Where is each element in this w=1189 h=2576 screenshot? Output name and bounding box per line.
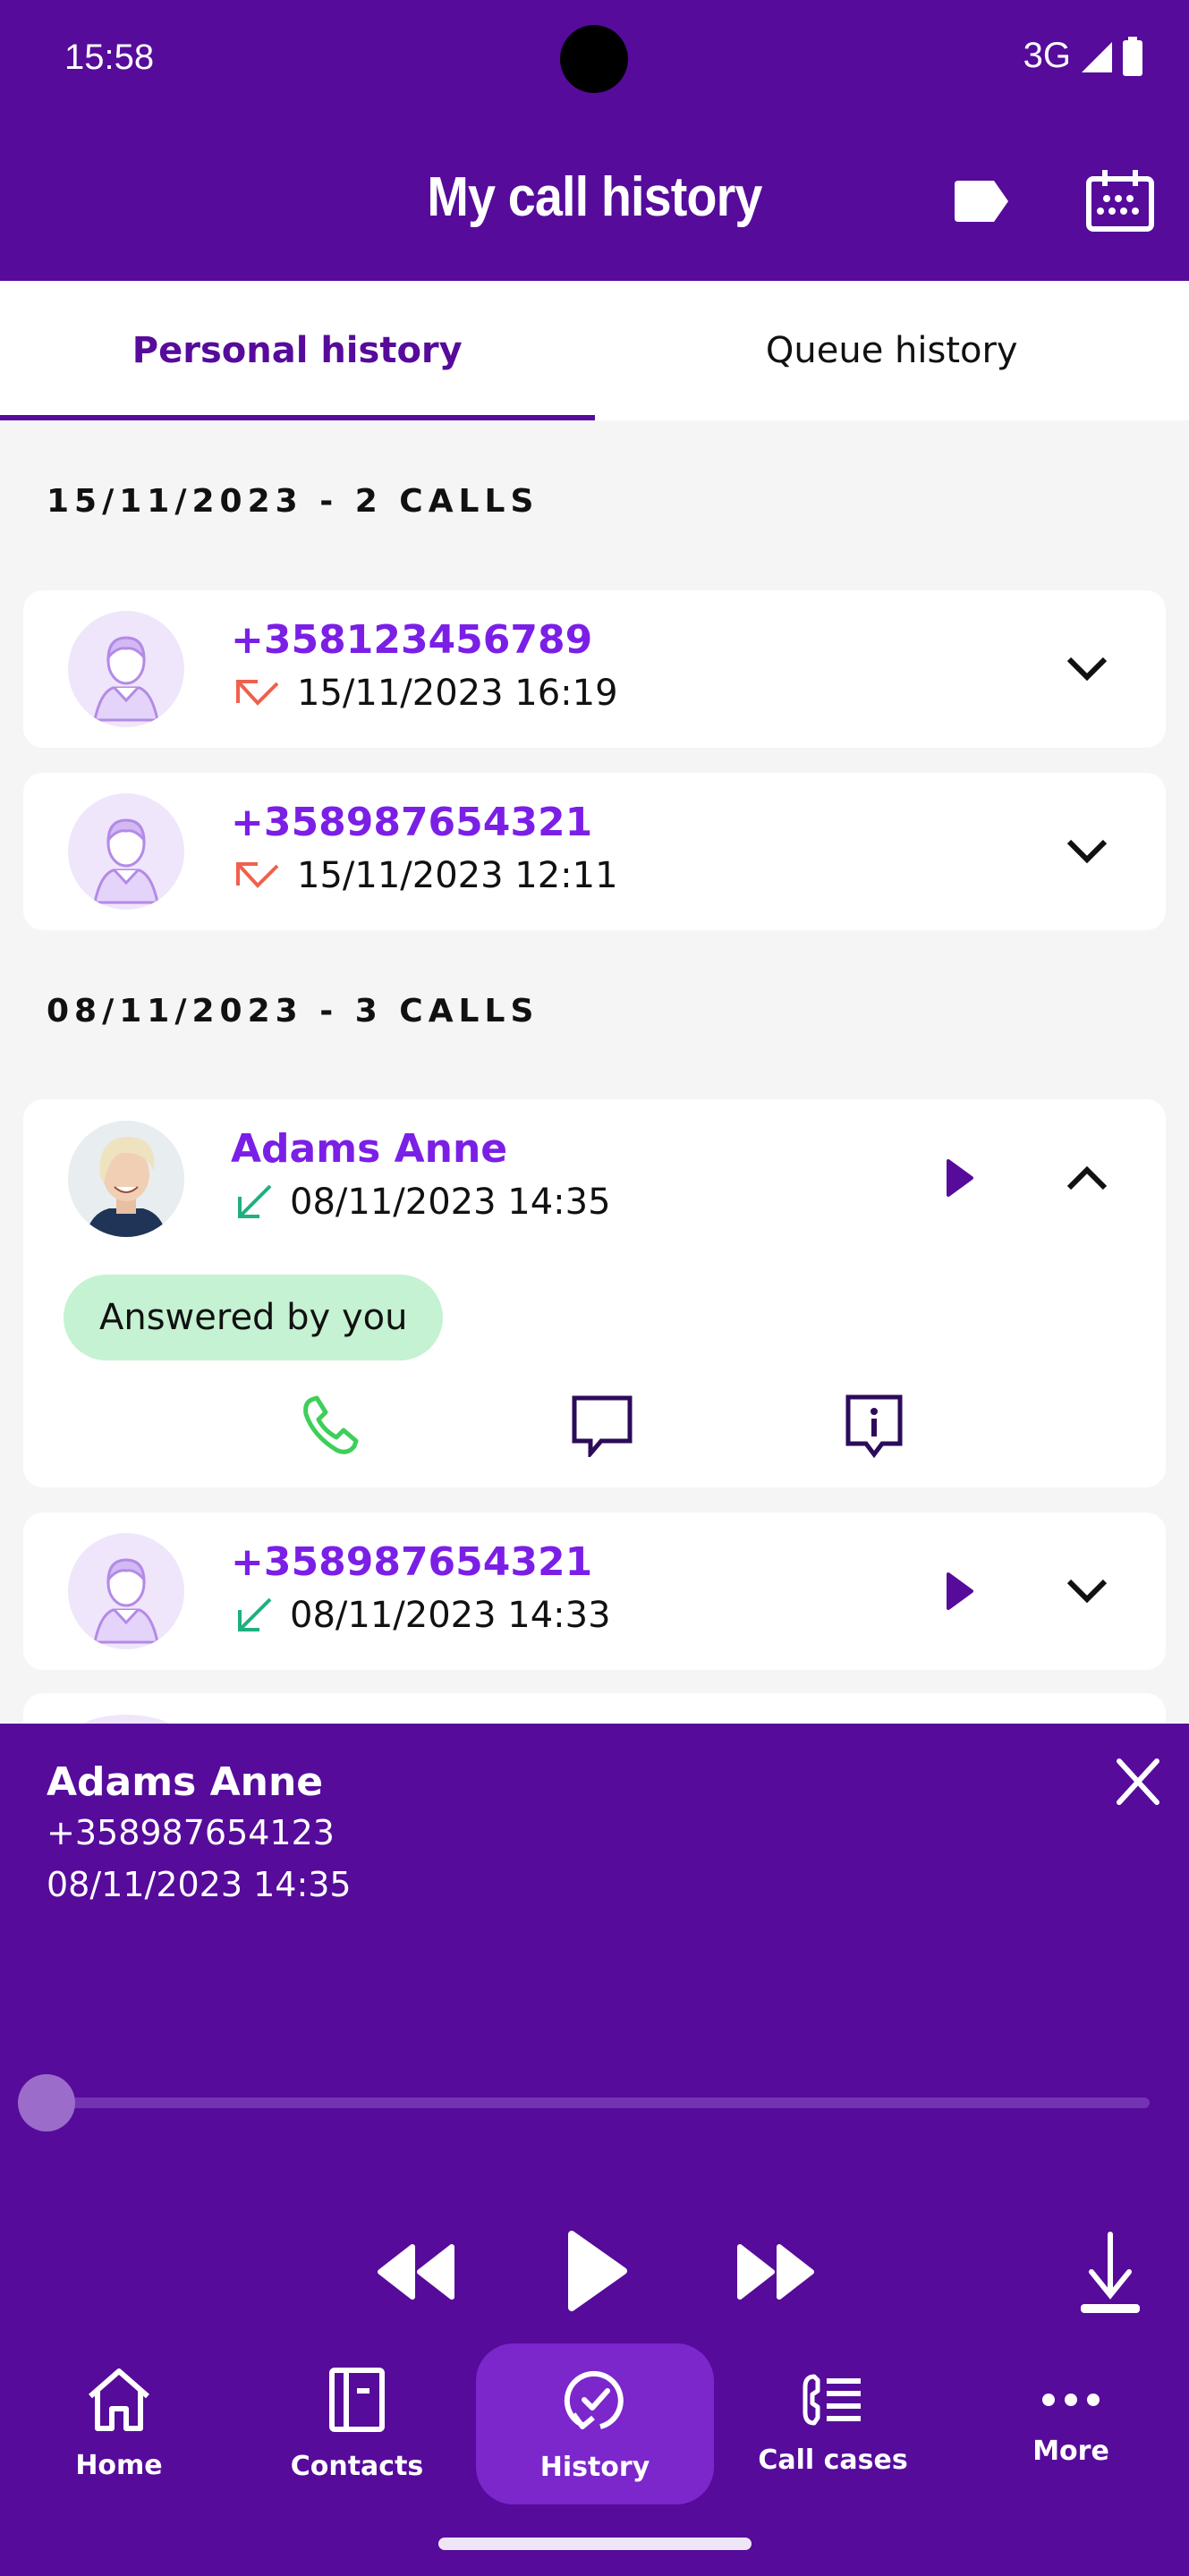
call-info-button[interactable] — [834, 1385, 914, 1466]
nav-history[interactable]: History — [476, 2343, 714, 2504]
info-icon — [845, 1394, 903, 1458]
chevron-down-icon — [1066, 1579, 1108, 1604]
player-datetime: 08/11/2023 14:35 — [47, 1865, 352, 1904]
call-title: +358123456789 — [231, 617, 593, 663]
call-meta: 15/11/2023 16:19 — [234, 673, 618, 714]
call-title: +358987654321 — [231, 800, 593, 845]
expand-button[interactable] — [1060, 642, 1114, 696]
rewind-button[interactable] — [370, 2227, 460, 2317]
missed-call-icon — [236, 862, 279, 888]
download-icon — [1081, 2232, 1140, 2313]
missed-call-icon — [236, 680, 279, 706]
tag-filter-button[interactable] — [947, 161, 1018, 242]
avatar-placeholder — [68, 611, 184, 727]
chevron-down-icon — [1066, 839, 1108, 864]
play-icon — [568, 2231, 627, 2311]
nav-label: Home — [75, 2449, 163, 2481]
download-button[interactable] — [1070, 2229, 1151, 2318]
tab-personal-history[interactable]: Personal history — [0, 281, 595, 420]
more-icon — [1042, 2393, 1100, 2406]
nav-call-cases[interactable]: Call cases — [714, 2343, 952, 2504]
seek-bar[interactable] — [36, 2097, 1150, 2108]
nav-label: More — [1032, 2435, 1109, 2467]
play-button[interactable] — [553, 2222, 642, 2320]
play-icon — [947, 1572, 973, 1610]
play-recording-button[interactable] — [933, 1151, 987, 1205]
history-tabs: Personal history Queue history — [0, 281, 1189, 420]
status-icons: 3G — [1023, 36, 1144, 76]
nav-contacts[interactable]: Contacts — [238, 2343, 476, 2504]
app-bar: 15:58 3G My call history — [0, 0, 1189, 281]
fast-forward-icon — [737, 2244, 814, 2300]
player-contact-name: Adams Anne — [47, 1759, 324, 1805]
call-datetime: 08/11/2023 14:35 — [290, 1182, 611, 1223]
calendar-button[interactable] — [1084, 161, 1156, 242]
person-icon — [93, 1558, 159, 1644]
expand-button[interactable] — [1060, 1564, 1114, 1618]
call-datetime: 08/11/2023 14:33 — [290, 1595, 611, 1636]
send-message-button[interactable] — [562, 1385, 642, 1466]
camera-cutout — [560, 25, 628, 93]
avatar-placeholder — [68, 793, 184, 910]
answered-badge: Answered by you — [64, 1275, 444, 1360]
play-recording-button[interactable] — [933, 1564, 987, 1618]
contact-name: Adams Anne — [231, 1126, 508, 1172]
contacts-icon — [329, 2367, 385, 2432]
chevron-up-icon — [1066, 1165, 1108, 1191]
chevron-down-icon — [1066, 657, 1108, 682]
call-meta: 08/11/2023 14:35 — [234, 1182, 611, 1223]
battery-icon — [1123, 36, 1142, 76]
signal-icon — [1082, 41, 1112, 72]
message-icon — [572, 1395, 633, 1457]
tab-queue-history[interactable]: Queue history — [595, 281, 1189, 420]
network-type: 3G — [1023, 36, 1071, 75]
tag-icon — [955, 181, 1008, 222]
date-group-header: 15/11/2023 - 2 CALLS — [47, 483, 539, 520]
avatar-placeholder — [68, 1533, 184, 1649]
call-back-button[interactable] — [292, 1385, 372, 1466]
date-group-header: 08/11/2023 - 3 CALLS — [47, 993, 539, 1030]
avatar-photo — [68, 1121, 184, 1237]
incoming-call-icon — [238, 1597, 272, 1631]
nav-label: Contacts — [290, 2450, 424, 2482]
status-time: 15:58 — [64, 38, 155, 77]
close-icon — [1117, 1758, 1159, 1805]
nav-label: Call cases — [758, 2444, 908, 2476]
play-icon — [947, 1159, 973, 1197]
nav-label: History — [539, 2451, 650, 2483]
call-cases-icon — [803, 2374, 861, 2425]
home-icon — [89, 2368, 149, 2431]
call-item[interactable]: +358123456789 15/11/2023 16:19 — [23, 590, 1166, 748]
fast-forward-button[interactable] — [732, 2227, 821, 2317]
history-icon — [564, 2370, 624, 2429]
call-item[interactable]: +358987654321 08/11/2023 14:33 — [23, 1513, 1166, 1670]
home-indicator[interactable] — [438, 2538, 752, 2550]
incoming-call-icon — [238, 1184, 272, 1218]
player-phone-number: +358987654123 — [47, 1813, 335, 1852]
person-icon — [93, 636, 159, 722]
call-datetime: 15/11/2023 16:19 — [297, 673, 618, 714]
contact-photo — [68, 1121, 184, 1237]
nav-home[interactable]: Home — [0, 2343, 238, 2504]
calendar-icon — [1086, 170, 1154, 232]
seek-thumb[interactable] — [18, 2074, 75, 2131]
person-icon — [93, 818, 159, 904]
call-meta: 15/11/2023 12:11 — [234, 855, 618, 896]
call-meta: 08/11/2023 14:33 — [234, 1595, 611, 1636]
collapse-button[interactable] — [1060, 1151, 1114, 1205]
expand-button[interactable] — [1060, 825, 1114, 878]
rewind-icon — [378, 2244, 454, 2300]
close-player-button[interactable] — [1107, 1750, 1169, 1813]
call-title: +358987654321 — [231, 1539, 593, 1585]
call-item[interactable]: +358987654321 15/11/2023 12:11 — [23, 773, 1166, 930]
nav-more[interactable]: More — [952, 2343, 1189, 2504]
call-icon — [303, 1395, 359, 1454]
call-datetime: 15/11/2023 12:11 — [297, 855, 618, 896]
call-item-expanded[interactable]: Adams Anne 08/11/2023 14:35 Answered by … — [23, 1099, 1166, 1487]
